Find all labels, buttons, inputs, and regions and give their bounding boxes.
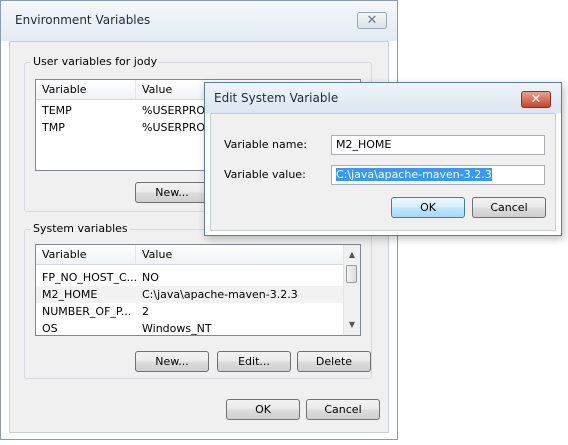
env-cancel-button[interactable]: Cancel [306, 399, 380, 420]
variable-name-label: Variable name: [224, 138, 307, 151]
variable-name-input[interactable]: M2_HOME [331, 135, 545, 155]
system-col-variable[interactable]: Variable [36, 245, 136, 264]
system-row-name: M2_HOME [42, 288, 98, 301]
edit-client-area: Variable name: M2_HOME Variable value: C… [210, 113, 556, 231]
system-variables-title: System variables [31, 222, 130, 235]
system-list-header: Variable Value [36, 245, 345, 265]
env-window-title: Environment Variables [15, 13, 151, 27]
system-row-value: NO [142, 271, 159, 284]
user-new-button[interactable]: New... [135, 182, 209, 203]
system-row-value: 2 [142, 305, 149, 318]
edit-dialog-title: Edit System Variable [214, 91, 339, 105]
system-row-os[interactable]: OS Windows_NT [36, 320, 345, 335]
system-variables-group: System variables Variable Value FP_NO_HO… [24, 222, 372, 379]
edit-system-variable-dialog: Edit System Variable ✕ Variable name: M2… [204, 82, 562, 236]
variable-value-label: Variable value: [224, 168, 306, 181]
system-variables-list[interactable]: Variable Value FP_NO_HOST_C... NO M2_HOM… [35, 244, 361, 336]
system-list-scrollbar[interactable]: ▲ ▼ [343, 245, 360, 335]
edit-cancel-button[interactable]: Cancel [472, 197, 546, 218]
system-row-fp-no-host[interactable]: FP_NO_HOST_C... NO [36, 269, 345, 286]
scrollbar-thumb[interactable] [346, 265, 357, 283]
user-row-name: TMP [42, 121, 65, 134]
selected-text: C:\java\apache-maven-3.2.3 [336, 168, 492, 181]
system-col-value[interactable]: Value [136, 245, 345, 264]
env-close-button[interactable]: ✕ [357, 12, 387, 29]
scroll-up-arrow-icon[interactable]: ▲ [344, 247, 360, 263]
system-row-value: C:\java\apache-maven-3.2.3 [142, 288, 298, 301]
edit-title-bar[interactable]: Edit System Variable ✕ [205, 83, 561, 113]
system-new-button[interactable]: New... [135, 351, 209, 372]
user-variables-title: User variables for jody [31, 55, 160, 68]
close-icon: ✕ [366, 13, 378, 28]
system-row-value: Windows_NT [142, 322, 212, 335]
user-col-variable[interactable]: Variable [36, 80, 136, 99]
system-row-m2-home[interactable]: M2_HOME C:\java\apache-maven-3.2.3 [36, 286, 345, 303]
env-title-bar[interactable]: Environment Variables ✕ [1, 1, 397, 41]
system-row-name: OS [42, 322, 58, 335]
scroll-down-arrow-icon[interactable]: ▼ [344, 317, 360, 333]
variable-value-input[interactable]: C:\java\apache-maven-3.2.3 [331, 165, 545, 185]
system-delete-button[interactable]: Delete [297, 351, 371, 372]
env-ok-button[interactable]: OK [226, 399, 300, 420]
system-row-name: FP_NO_HOST_C... [42, 271, 138, 284]
close-icon: ✕ [530, 92, 542, 107]
system-row-name: NUMBER_OF_P... [42, 305, 132, 318]
edit-ok-button[interactable]: OK [391, 197, 465, 218]
user-row-name: TEMP [42, 104, 72, 117]
edit-close-button[interactable]: ✕ [521, 91, 551, 108]
system-row-number-of-processors[interactable]: NUMBER_OF_P... 2 [36, 303, 345, 320]
system-edit-button[interactable]: Edit... [217, 351, 291, 372]
